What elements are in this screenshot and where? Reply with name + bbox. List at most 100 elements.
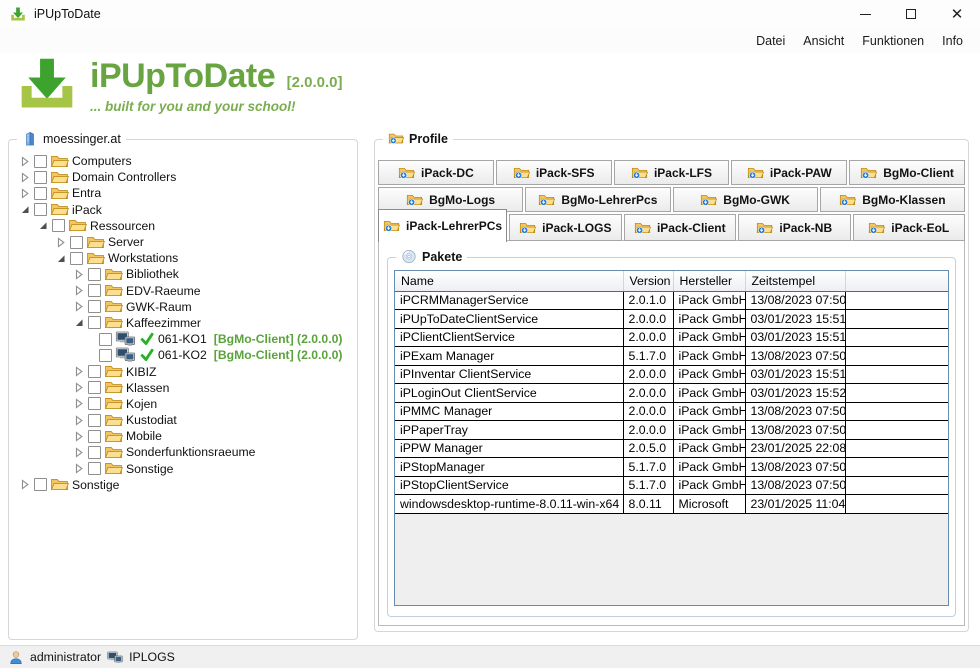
expander-collapsed-icon[interactable] (19, 156, 31, 167)
tree-node-entra[interactable]: Entra (11, 185, 355, 201)
tree-node-ressourcen[interactable]: Ressourcen (11, 218, 355, 234)
cell: 5.1.7.0 (623, 458, 673, 477)
node-checkbox[interactable] (70, 252, 83, 265)
package-row-windowsdesktop-runtime-8-0-11-win-x64[interactable]: windowsdesktop-runtime-8.0.11-win-x648.0… (395, 495, 948, 514)
tree-node-computers[interactable]: Computers (11, 153, 355, 169)
package-row-ippw-manager[interactable]: iPPW Manager2.0.5.0iPack GmbH23/01/2025 … (395, 439, 948, 458)
tab-bgmo-client[interactable]: BgMo-Client (849, 160, 965, 185)
expander-collapsed-icon[interactable] (55, 237, 67, 248)
package-row-ippapertray[interactable]: iPPaperTray2.0.0.0iPack GmbH13/08/2023 0… (395, 421, 948, 440)
expander-expanded-icon[interactable] (73, 317, 85, 328)
node-checkbox[interactable] (34, 478, 47, 491)
menu-item-info[interactable]: Info (933, 34, 972, 48)
close-button[interactable]: ✕ (934, 0, 980, 28)
menu-item-ansicht[interactable]: Ansicht (794, 34, 853, 48)
tab-ipack-nb[interactable]: iPack-NB (738, 214, 850, 241)
tab-bgmo-lehrerpcs[interactable]: BgMo-LehrerPcs (525, 187, 670, 212)
tree-node-kibiz[interactable]: KIBIZ (11, 363, 355, 379)
expander-collapsed-icon[interactable] (19, 172, 31, 183)
node-checkbox[interactable] (88, 414, 101, 427)
tree-node-sonstige[interactable]: Sonstige (11, 477, 355, 493)
expander-collapsed-icon[interactable] (73, 382, 85, 393)
tab-ipack-sfs[interactable]: iPack-SFS (496, 160, 612, 185)
statusbar: administrator IPLOGS (0, 645, 980, 668)
expander-expanded-icon[interactable] (55, 253, 67, 264)
node-checkbox[interactable] (34, 155, 47, 168)
tree-node-sonstige[interactable]: Sonstige (11, 461, 355, 477)
package-row-ipexam-manager[interactable]: iPExam Manager5.1.7.0iPack GmbH13/08/202… (395, 347, 948, 366)
column-header-zeitstempel[interactable]: Zeitstempel (745, 271, 845, 291)
tree-node-ipack[interactable]: iPack (11, 202, 355, 218)
tree-node-kaffeezimmer[interactable]: Kaffeezimmer (11, 315, 355, 331)
maximize-button[interactable] (888, 0, 934, 28)
menu-item-datei[interactable]: Datei (747, 34, 794, 48)
tab-ipack-eol[interactable]: iPack-EoL (853, 214, 965, 241)
node-checkbox[interactable] (88, 300, 101, 313)
expander-collapsed-icon[interactable] (73, 285, 85, 296)
minimize-button[interactable] (842, 0, 888, 28)
node-checkbox[interactable] (88, 365, 101, 378)
node-checkbox[interactable] (34, 187, 47, 200)
tab-ipack-dc[interactable]: iPack-DC (378, 160, 494, 185)
tab-ipack-lfs[interactable]: iPack-LFS (614, 160, 730, 185)
tab-ipack-client[interactable]: iPack-Client (624, 214, 736, 241)
tree-node-klassen[interactable]: Klassen (11, 380, 355, 396)
package-row-ipuptodateclientservice[interactable]: iPUpToDateClientService2.0.0.0iPack GmbH… (395, 310, 948, 329)
column-header-hersteller[interactable]: Hersteller (673, 271, 745, 291)
package-row-iploginout-clientservice[interactable]: iPLoginOut ClientService2.0.0.0iPack Gmb… (395, 384, 948, 403)
expander-collapsed-icon[interactable] (73, 301, 85, 312)
tab-ipack-paw[interactable]: iPack-PAW (731, 160, 847, 185)
expander-collapsed-icon[interactable] (73, 431, 85, 442)
node-checkbox[interactable] (88, 462, 101, 475)
tab-ipack-logs[interactable]: iPack-LOGS (509, 214, 621, 241)
tree-node-gwk-raum[interactable]: GWK-Raum (11, 299, 355, 315)
node-checkbox[interactable] (34, 171, 47, 184)
tab-bgmo-klassen[interactable]: BgMo-Klassen (820, 187, 965, 212)
tree-node-mobile[interactable]: Mobile (11, 428, 355, 444)
expander-collapsed-icon[interactable] (73, 463, 85, 474)
node-checkbox[interactable] (88, 284, 101, 297)
tree-node-bibliothek[interactable]: Bibliothek (11, 266, 355, 282)
package-row-ipstopclientservice[interactable]: iPStopClientService5.1.7.0iPack GmbH13/0… (395, 476, 948, 495)
node-checkbox[interactable] (88, 430, 101, 443)
expander-collapsed-icon[interactable] (73, 269, 85, 280)
node-checkbox[interactable] (88, 268, 101, 281)
tree-node-edv-raeume[interactable]: EDV-Raeume (11, 283, 355, 299)
expander-expanded-icon[interactable] (19, 204, 31, 215)
tree-node-061-ko2[interactable]: 061-KO2[BgMo-Client] (2.0.0.0) (11, 347, 355, 363)
expander-collapsed-icon[interactable] (73, 366, 85, 377)
tree-node-domain-controllers[interactable]: Domain Controllers (11, 169, 355, 185)
tab-ipack-lehrerpcs[interactable]: iPack-LehrerPCs (378, 209, 507, 242)
node-checkbox[interactable] (88, 316, 101, 329)
node-checkbox[interactable] (99, 333, 112, 346)
column-header-name[interactable]: Name (395, 271, 623, 291)
node-checkbox[interactable] (70, 236, 83, 249)
node-checkbox[interactable] (88, 381, 101, 394)
expander-collapsed-icon[interactable] (73, 415, 85, 426)
expander-collapsed-icon[interactable] (19, 479, 31, 490)
tree-node-kustodiat[interactable]: Kustodiat (11, 412, 355, 428)
menu-item-funktionen[interactable]: Funktionen (853, 34, 933, 48)
node-checkbox[interactable] (88, 397, 101, 410)
expander-collapsed-icon[interactable] (73, 447, 85, 458)
tree-node-sonderfunktionsraeume[interactable]: Sonderfunktionsraeume (11, 444, 355, 460)
node-checkbox[interactable] (34, 203, 47, 216)
package-row-ipcrmmanagerservice[interactable]: iPCRMManagerService2.0.1.0iPack GmbH13/0… (395, 291, 948, 310)
tree-node-kojen[interactable]: Kojen (11, 396, 355, 412)
cell-filler (845, 439, 948, 458)
column-header-version[interactable]: Version (623, 271, 673, 291)
tree-node-061-ko1[interactable]: 061-KO1[BgMo-Client] (2.0.0.0) (11, 331, 355, 347)
tree-node-workstations[interactable]: Workstations (11, 250, 355, 266)
expander-collapsed-icon[interactable] (73, 398, 85, 409)
package-row-ipclientclientservice[interactable]: iPClientClientService2.0.0.0iPack GmbH03… (395, 328, 948, 347)
package-row-ipmmc-manager[interactable]: iPMMC Manager2.0.0.0iPack GmbH13/08/2023… (395, 402, 948, 421)
node-checkbox[interactable] (99, 349, 112, 362)
expander-collapsed-icon[interactable] (19, 188, 31, 199)
package-row-ipstopmanager[interactable]: iPStopManager5.1.7.0iPack GmbH13/08/2023… (395, 458, 948, 477)
tree-node-server[interactable]: Server (11, 234, 355, 250)
expander-expanded-icon[interactable] (37, 220, 49, 231)
tab-bgmo-gwk[interactable]: BgMo-GWK (673, 187, 818, 212)
package-row-ipinventar-clientservice[interactable]: iPInventar ClientService2.0.0.0iPack Gmb… (395, 365, 948, 384)
node-checkbox[interactable] (88, 446, 101, 459)
node-checkbox[interactable] (52, 219, 65, 232)
